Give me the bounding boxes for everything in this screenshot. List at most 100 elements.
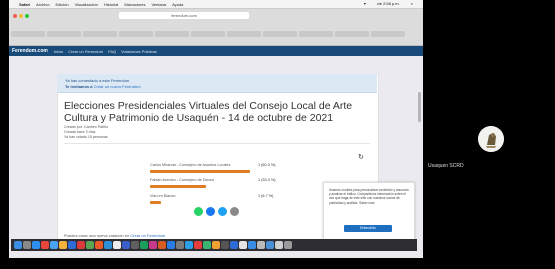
notice-line: Ya has contestado a este Ferendum — [65, 78, 130, 83]
poll-vote-count: Ya han votado 15 personas — [64, 135, 108, 139]
poll-meta: Creado por: Carmen Patiño Creada hace 3 … — [64, 125, 108, 140]
already-voted-notice: Ya has contestado a este Ferendum Te inv… — [57, 74, 377, 93]
app-icon[interactable] — [167, 241, 175, 249]
notice-invite: Te invitamos a Crear un nuevo Ferendum — [65, 84, 141, 89]
menubar-app[interactable]: Safari — [19, 2, 30, 7]
option-result: 1 (60.0 %) — [258, 163, 276, 167]
site-logo[interactable]: Ferendum.com — [12, 48, 48, 54]
app-icon[interactable] — [140, 241, 148, 249]
site-navbar: Ferendum.com Inicio Crear un Ferendum FA… — [9, 46, 423, 56]
tab[interactable] — [263, 31, 297, 37]
app-icon[interactable] — [122, 241, 130, 249]
create-poll-footer: Puedes crear una nueva votación en Crear… — [64, 233, 165, 238]
poll-title: Elecciones Presidenciales Virtuales del … — [64, 100, 353, 124]
app-icon[interactable] — [95, 241, 103, 249]
option-label: Fabián Acevizo - Consejero de Danza 1 (3… — [150, 178, 276, 182]
page-scrollbar[interactable] — [418, 92, 421, 122]
cookie-text: Usamos cookies para personalizar conteni… — [329, 188, 409, 205]
app-icon[interactable] — [230, 241, 238, 249]
cookie-consent-popup: Usamos cookies para personalizar conteni… — [323, 182, 415, 242]
menu-historial[interactable]: Historial — [104, 2, 118, 7]
tab[interactable] — [191, 31, 225, 37]
menu-archivo[interactable]: Archivo — [36, 2, 49, 7]
nav-votaciones-publicas[interactable]: Votaciones Públicas — [121, 49, 157, 54]
tab[interactable] — [227, 31, 261, 37]
participant-name: Usaquen SCRD — [428, 163, 464, 169]
tab-bar — [11, 31, 421, 37]
close-window-button[interactable] — [13, 14, 17, 18]
create-new-ferendum-link[interactable]: Crear un nuevo Ferendum — [94, 84, 141, 89]
option-label: Carlos Miranda - Consejero de Asuntos Lo… — [150, 163, 276, 167]
app-icon[interactable] — [203, 241, 211, 249]
app-icon[interactable] — [212, 241, 220, 249]
photos-icon[interactable] — [59, 241, 67, 249]
facebook-icon[interactable] — [206, 207, 215, 216]
tab[interactable] — [371, 31, 405, 37]
favorites-strip — [37, 23, 417, 28]
twitter-icon[interactable] — [218, 207, 227, 216]
tab[interactable] — [299, 31, 333, 37]
app-icon[interactable] — [266, 241, 274, 249]
trash-icon[interactable] — [284, 241, 292, 249]
macos-menubar: Safari Archivo Edición Visualización His… — [9, 0, 423, 9]
participant-avatar — [478, 126, 504, 152]
option-result: 1 (33.3 %) — [258, 178, 276, 182]
accept-cookies-button[interactable]: Entendido — [344, 225, 392, 232]
notice-invite-text: Te invitamos a — [65, 84, 93, 89]
app-icon[interactable] — [104, 241, 112, 249]
app-icon[interactable] — [149, 241, 157, 249]
app-icon[interactable] — [221, 241, 229, 249]
app-icon[interactable] — [77, 241, 85, 249]
tab[interactable] — [335, 31, 369, 37]
app-icon[interactable] — [68, 241, 76, 249]
refresh-icon[interactable]: ↻ — [358, 153, 364, 161]
app-icon[interactable] — [275, 241, 283, 249]
app-icon[interactable] — [86, 241, 94, 249]
menu-marcadores[interactable]: Marcadores — [124, 2, 145, 7]
app-icon[interactable] — [257, 241, 265, 249]
result-bar — [150, 185, 206, 188]
chrome-icon[interactable] — [41, 241, 49, 249]
tab[interactable] — [155, 31, 189, 37]
app-icon[interactable] — [185, 241, 193, 249]
menu-ventana[interactable]: Ventana — [151, 2, 166, 7]
menu-ayuda[interactable]: Ayuda — [172, 2, 183, 7]
app-icon[interactable] — [158, 241, 166, 249]
nav-faq[interactable]: FAQ — [108, 49, 116, 54]
menu-edicion[interactable]: Edición — [55, 2, 68, 7]
safari-icon[interactable] — [32, 241, 40, 249]
tab[interactable] — [83, 31, 117, 37]
menu-visualizacion[interactable]: Visualización — [75, 2, 98, 7]
share-buttons — [194, 207, 239, 216]
app-icon[interactable] — [248, 241, 256, 249]
wifi-icon[interactable]: ▾ — [364, 1, 366, 6]
window-controls — [13, 14, 29, 18]
section-divider — [64, 143, 370, 144]
app-icon[interactable] — [194, 241, 202, 249]
option-label: Voto en Blanco 1 (6.7 %) — [150, 194, 273, 198]
address-bar[interactable]: ferendum.com — [119, 12, 249, 19]
nav-inicio[interactable]: Inicio — [54, 49, 63, 54]
app-icon[interactable] — [176, 241, 184, 249]
mail-icon[interactable] — [50, 241, 58, 249]
tab[interactable] — [11, 31, 45, 37]
search-icon[interactable]: ⌕ — [411, 1, 413, 6]
email-icon[interactable] — [230, 207, 239, 216]
finder-icon[interactable] — [14, 241, 22, 249]
option-name: Voto en Blanco — [150, 194, 176, 198]
whatsapp-icon[interactable] — [194, 207, 203, 216]
app-icon[interactable] — [113, 241, 121, 249]
result-bar — [150, 170, 250, 173]
launchpad-icon[interactable] — [23, 241, 31, 249]
app-icon[interactable] — [239, 241, 247, 249]
app-icon[interactable] — [131, 241, 139, 249]
create-poll-text: Puedes crear una nueva votación en — [64, 233, 130, 238]
option-name: Carlos Miranda - Consejero de Asuntos Lo… — [150, 163, 231, 167]
zoom-window-button[interactable] — [25, 14, 29, 18]
tab[interactable] — [47, 31, 81, 37]
tab[interactable] — [119, 31, 153, 37]
create-poll-link[interactable]: Crear un Ferendum — [130, 233, 165, 238]
minimize-window-button[interactable] — [19, 14, 23, 18]
nav-crear-ferendum[interactable]: Crear un Ferendum — [68, 49, 103, 54]
menubar-clock: vie 2:58 p.m. — [376, 1, 400, 6]
